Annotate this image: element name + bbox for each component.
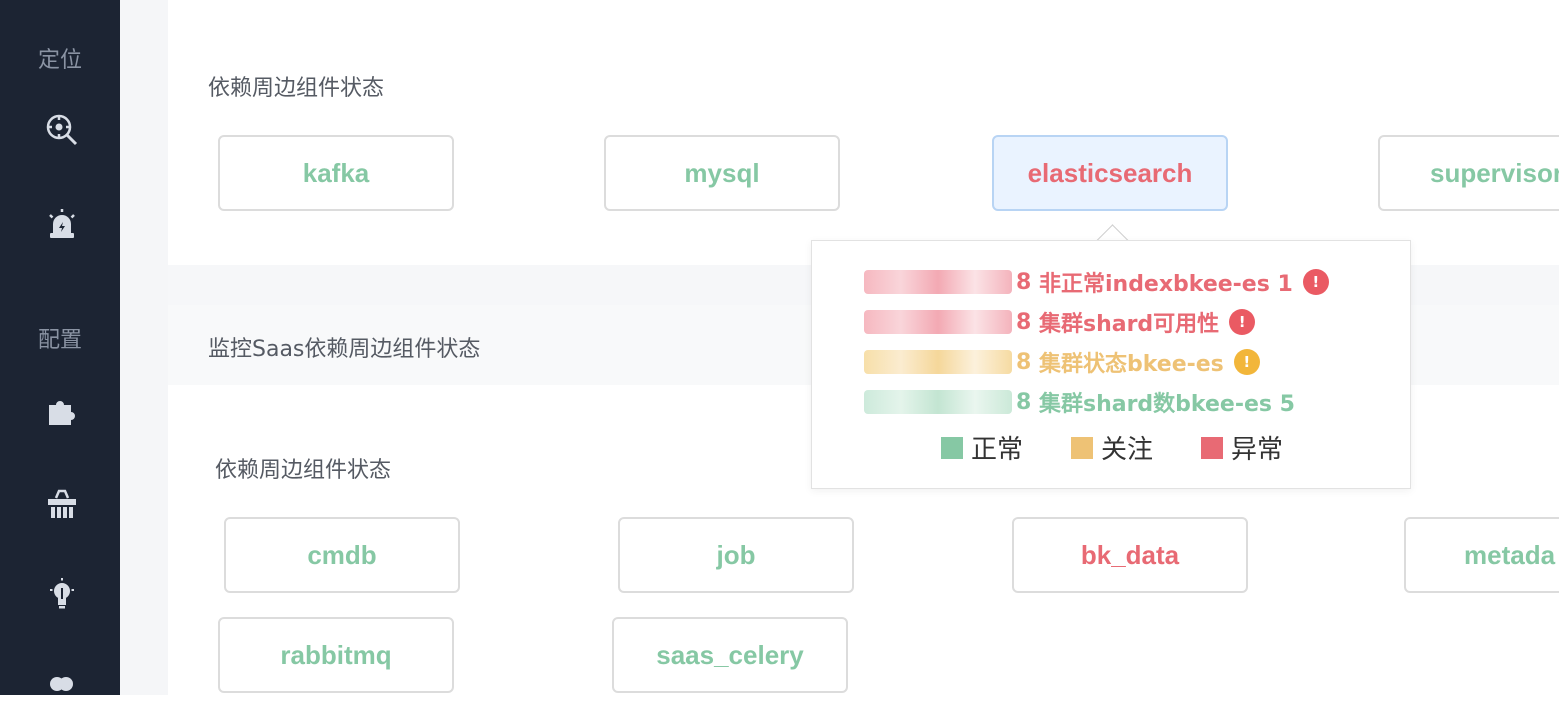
component-card-supervisor[interactable]: supervisor <box>1378 135 1559 211</box>
legend-label: 关注 <box>1100 435 1153 465</box>
status-popup: 8 非正常indexbkee-es 1 ! 8 集群shard可用性 ! 8 集… <box>811 240 1411 489</box>
legend-swatch <box>940 436 963 459</box>
sidebar: 定位 配置 <box>0 0 120 695</box>
alert-text: 集群状态bkee-es <box>1038 352 1224 377</box>
alert-text: 集群shard可用性 <box>1038 312 1220 337</box>
component-card-cmdb[interactable]: cmdb <box>224 517 460 593</box>
redacted-ip <box>864 390 1012 414</box>
sidebar-group-title-locate: 定位 <box>37 48 82 73</box>
component-card-saas-celery[interactable]: saas_celery <box>612 617 848 693</box>
error-badge-icon: ! <box>1229 309 1256 335</box>
alarm-icon[interactable] <box>40 202 84 246</box>
legend-swatch <box>1201 436 1223 459</box>
alert-prefix: 8 <box>1016 349 1032 375</box>
saas-section-title: 监控Saas依赖周边组件状态 <box>208 337 481 362</box>
component-card-metadata[interactable]: metada <box>1404 517 1559 593</box>
redacted-ip <box>864 270 1012 294</box>
legend-item-normal: 正常 <box>940 429 1023 466</box>
search-locate-icon[interactable] <box>40 108 84 152</box>
alert-text: 集群shard数bkee-es 5 <box>1038 392 1295 417</box>
bulb-icon[interactable] <box>40 572 84 616</box>
alert-row: 8 集群shard可用性 ! <box>864 307 1256 337</box>
collect-icon[interactable] <box>40 482 84 526</box>
sidebar-group-title-config: 配置 <box>37 328 82 353</box>
alert-prefix: 8 <box>1016 389 1032 415</box>
alert-prefix: 8 <box>1016 269 1032 295</box>
component-card-mysql[interactable]: mysql <box>604 135 840 211</box>
legend-label: 异常 <box>1231 435 1284 465</box>
alert-row: 8 集群状态bkee-es ! <box>864 347 1260 377</box>
alert-prefix: 8 <box>1016 309 1032 335</box>
component-card-rabbitmq[interactable]: rabbitmq <box>218 617 454 693</box>
content-gutter <box>120 0 168 695</box>
warning-badge-icon: ! <box>1233 349 1260 375</box>
section-title-saas-dependencies: 依赖周边组件状态 <box>215 458 392 483</box>
toggle-icon[interactable] <box>40 658 84 702</box>
legend-item-attention: 关注 <box>1070 429 1153 466</box>
alert-text: 非正常indexbkee-es 1 <box>1038 272 1293 297</box>
component-card-elasticsearch[interactable]: elasticsearch <box>992 135 1228 211</box>
legend-label: 正常 <box>970 435 1023 465</box>
alert-row: 8 集群shard数bkee-es 5 <box>864 387 1295 417</box>
status-legend: 正常 关注 异常 <box>812 429 1412 466</box>
component-card-kafka[interactable]: kafka <box>218 135 454 211</box>
section-title-dependencies: 依赖周边组件状态 <box>208 76 385 101</box>
legend-swatch <box>1070 436 1093 459</box>
alert-row: 8 非正常indexbkee-es 1 ! <box>864 267 1329 297</box>
component-card-bk-data[interactable]: bk_data <box>1012 517 1248 593</box>
error-badge-icon: ! <box>1302 269 1329 295</box>
legend-item-error: 异常 <box>1201 429 1283 466</box>
plugin-icon[interactable] <box>40 388 84 432</box>
redacted-ip <box>864 350 1012 374</box>
component-card-job[interactable]: job <box>618 517 854 593</box>
redacted-ip <box>864 310 1012 334</box>
